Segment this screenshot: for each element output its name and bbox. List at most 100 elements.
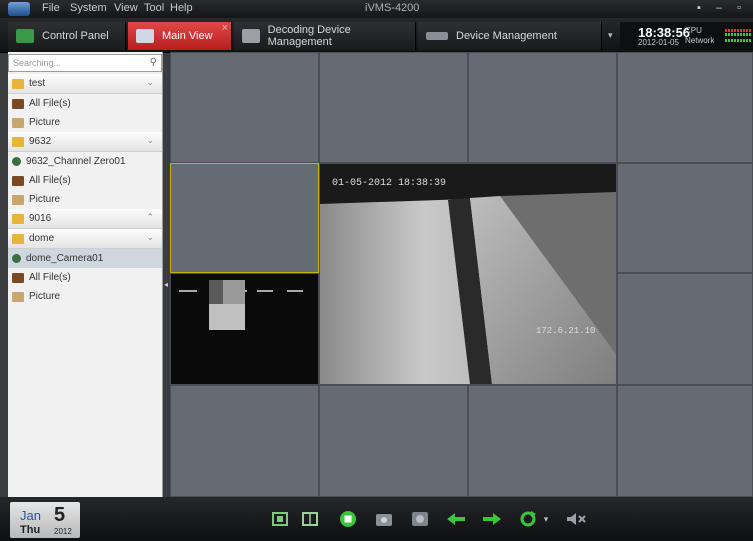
menu-help[interactable]: Help	[170, 2, 193, 14]
video-cell[interactable]	[617, 52, 753, 163]
item-label: Picture	[29, 117, 61, 128]
picture-icon	[12, 291, 24, 302]
close-icon[interactable]: ×	[222, 22, 228, 34]
network-label: Network	[685, 36, 715, 45]
tree-item-camera[interactable]: 9632_Channel Zero01	[8, 152, 162, 171]
group-label: dome	[29, 233, 55, 244]
tree-group-9632[interactable]: 9632 ⌄	[8, 132, 162, 152]
search-placeholder: Searching...	[13, 58, 62, 68]
app-logo-icon	[8, 2, 30, 16]
folder-icon	[12, 213, 24, 224]
camera-icon	[12, 254, 21, 263]
tab-label: Device Management	[456, 30, 557, 42]
cpu-meter-green	[725, 33, 751, 36]
cpu-meter	[725, 29, 751, 32]
video-cell[interactable]	[617, 385, 753, 497]
date-weekday: Thu	[20, 524, 41, 536]
decoder-icon	[242, 29, 260, 43]
files-icon	[12, 272, 24, 283]
folder-icon	[12, 233, 24, 244]
tab-label: Decoding Device Management	[267, 24, 351, 48]
fullscreen-icon[interactable]	[270, 510, 290, 528]
group-label: test	[29, 78, 46, 89]
video-cell[interactable]	[319, 52, 468, 163]
video-cell-selected[interactable]	[170, 163, 319, 273]
menu-tool[interactable]: Tool	[144, 2, 164, 14]
video-cell[interactable]	[319, 385, 468, 497]
search-input[interactable]: Searching... ⚲	[8, 54, 162, 72]
volume-icon[interactable]	[566, 510, 586, 528]
date-month: Jan	[20, 508, 41, 523]
item-label: All File(s)	[29, 175, 71, 186]
previous-icon[interactable]	[446, 510, 466, 528]
tree-group-9016[interactable]: 9016 ⌃	[8, 209, 162, 229]
tree-item-all-files[interactable]: All File(s)	[8, 94, 162, 113]
chevron-up-icon[interactable]: ⌃	[146, 212, 154, 223]
camera-view-icon	[136, 29, 154, 43]
resource-tree-panel: Searching... ⚲ test ⌄ All File(s) Picture…	[8, 52, 163, 497]
tree-group-dome[interactable]: dome ⌄	[8, 229, 162, 249]
capture-icon[interactable]	[374, 510, 394, 528]
video-cell[interactable]	[468, 52, 617, 163]
cpu-label: CPU	[685, 26, 702, 35]
tree-item-all-files[interactable]: All File(s)	[8, 171, 162, 190]
files-icon	[12, 175, 24, 186]
video-cell[interactable]	[170, 52, 319, 163]
chevron-down-icon[interactable]: ⌄	[146, 77, 154, 88]
item-label: All File(s)	[29, 98, 71, 109]
tree-item-picture[interactable]: Picture	[8, 190, 162, 209]
tab-overflow-chevron-down-icon[interactable]: ▾	[608, 30, 613, 41]
device-icon	[426, 32, 448, 40]
tree-item-all-files[interactable]: All File(s)	[8, 268, 162, 287]
camera-tree: test ⌄ All File(s) Picture 9632 ⌄ 9632_Cha…	[8, 74, 162, 306]
menu-view[interactable]: View	[114, 2, 138, 14]
date-year: 2012	[54, 527, 72, 536]
window-controls[interactable]: ▪ – ▫	[697, 2, 747, 14]
search-icon[interactable]: ⚲	[150, 57, 157, 68]
tab-main-view[interactable]: Main View ×	[128, 22, 232, 50]
video-cell[interactable]	[617, 163, 753, 273]
cycle-icon[interactable]	[518, 510, 538, 528]
panel-collapse-arrow-icon[interactable]: ◂	[164, 280, 168, 289]
record-icon[interactable]	[410, 510, 430, 528]
app-title: iVMS-4200	[365, 2, 420, 14]
video-cell[interactable]	[170, 385, 319, 497]
next-icon[interactable]	[482, 510, 502, 528]
video-cell-channel-zero[interactable]	[170, 273, 319, 385]
dropdown-icon[interactable]: ▾	[540, 510, 552, 528]
tab-control-panel[interactable]: Control Panel	[8, 22, 126, 50]
tab-decoding-device-management[interactable]: Decoding Device Management	[234, 22, 416, 50]
date-display: Jan 5 Thu 2012	[10, 502, 80, 538]
menu-system[interactable]: System	[70, 2, 107, 14]
video-cell-live-camera[interactable]: 01-05-2012 18:38:39 172.6.21.10	[319, 163, 617, 385]
camera-feed-image	[320, 164, 616, 384]
folder-icon	[12, 78, 24, 89]
channel-zero-preview-image	[179, 280, 303, 330]
osd-ip-address: 172.6.21.10	[536, 326, 596, 336]
tab-device-management[interactable]: Device Management	[418, 22, 602, 50]
menu-file[interactable]: File	[42, 2, 60, 14]
video-cell[interactable]	[617, 273, 753, 385]
tab-label: Control Panel	[42, 30, 109, 42]
live-view-grid: 01-05-2012 18:38:39 172.6.21.10	[170, 52, 753, 497]
chevron-down-icon[interactable]: ⌄	[146, 232, 154, 243]
tab-label: Main View	[162, 30, 213, 42]
item-label: dome_Camera01	[26, 253, 104, 264]
item-label: Picture	[29, 291, 61, 302]
tree-group-test[interactable]: test ⌄	[8, 74, 162, 94]
stop-all-icon[interactable]	[338, 510, 358, 528]
chevron-down-icon[interactable]: ⌄	[146, 135, 154, 146]
layout-icon[interactable]	[300, 510, 320, 528]
picture-icon	[12, 194, 24, 205]
folder-icon	[12, 136, 24, 147]
group-label: 9632	[29, 136, 52, 147]
item-label: All File(s)	[29, 272, 71, 283]
status-clock-panel: ▾ 18:38:56 2012-01-05 CPU Network	[608, 22, 753, 50]
video-cell[interactable]	[468, 385, 617, 497]
group-label: 9016	[29, 213, 52, 224]
item-label: Picture	[29, 194, 61, 205]
tree-item-picture[interactable]: Picture	[8, 113, 162, 132]
tree-item-picture[interactable]: Picture	[8, 287, 162, 306]
tree-item-camera-selected[interactable]: dome_Camera01	[8, 249, 162, 268]
picture-icon	[12, 117, 24, 128]
